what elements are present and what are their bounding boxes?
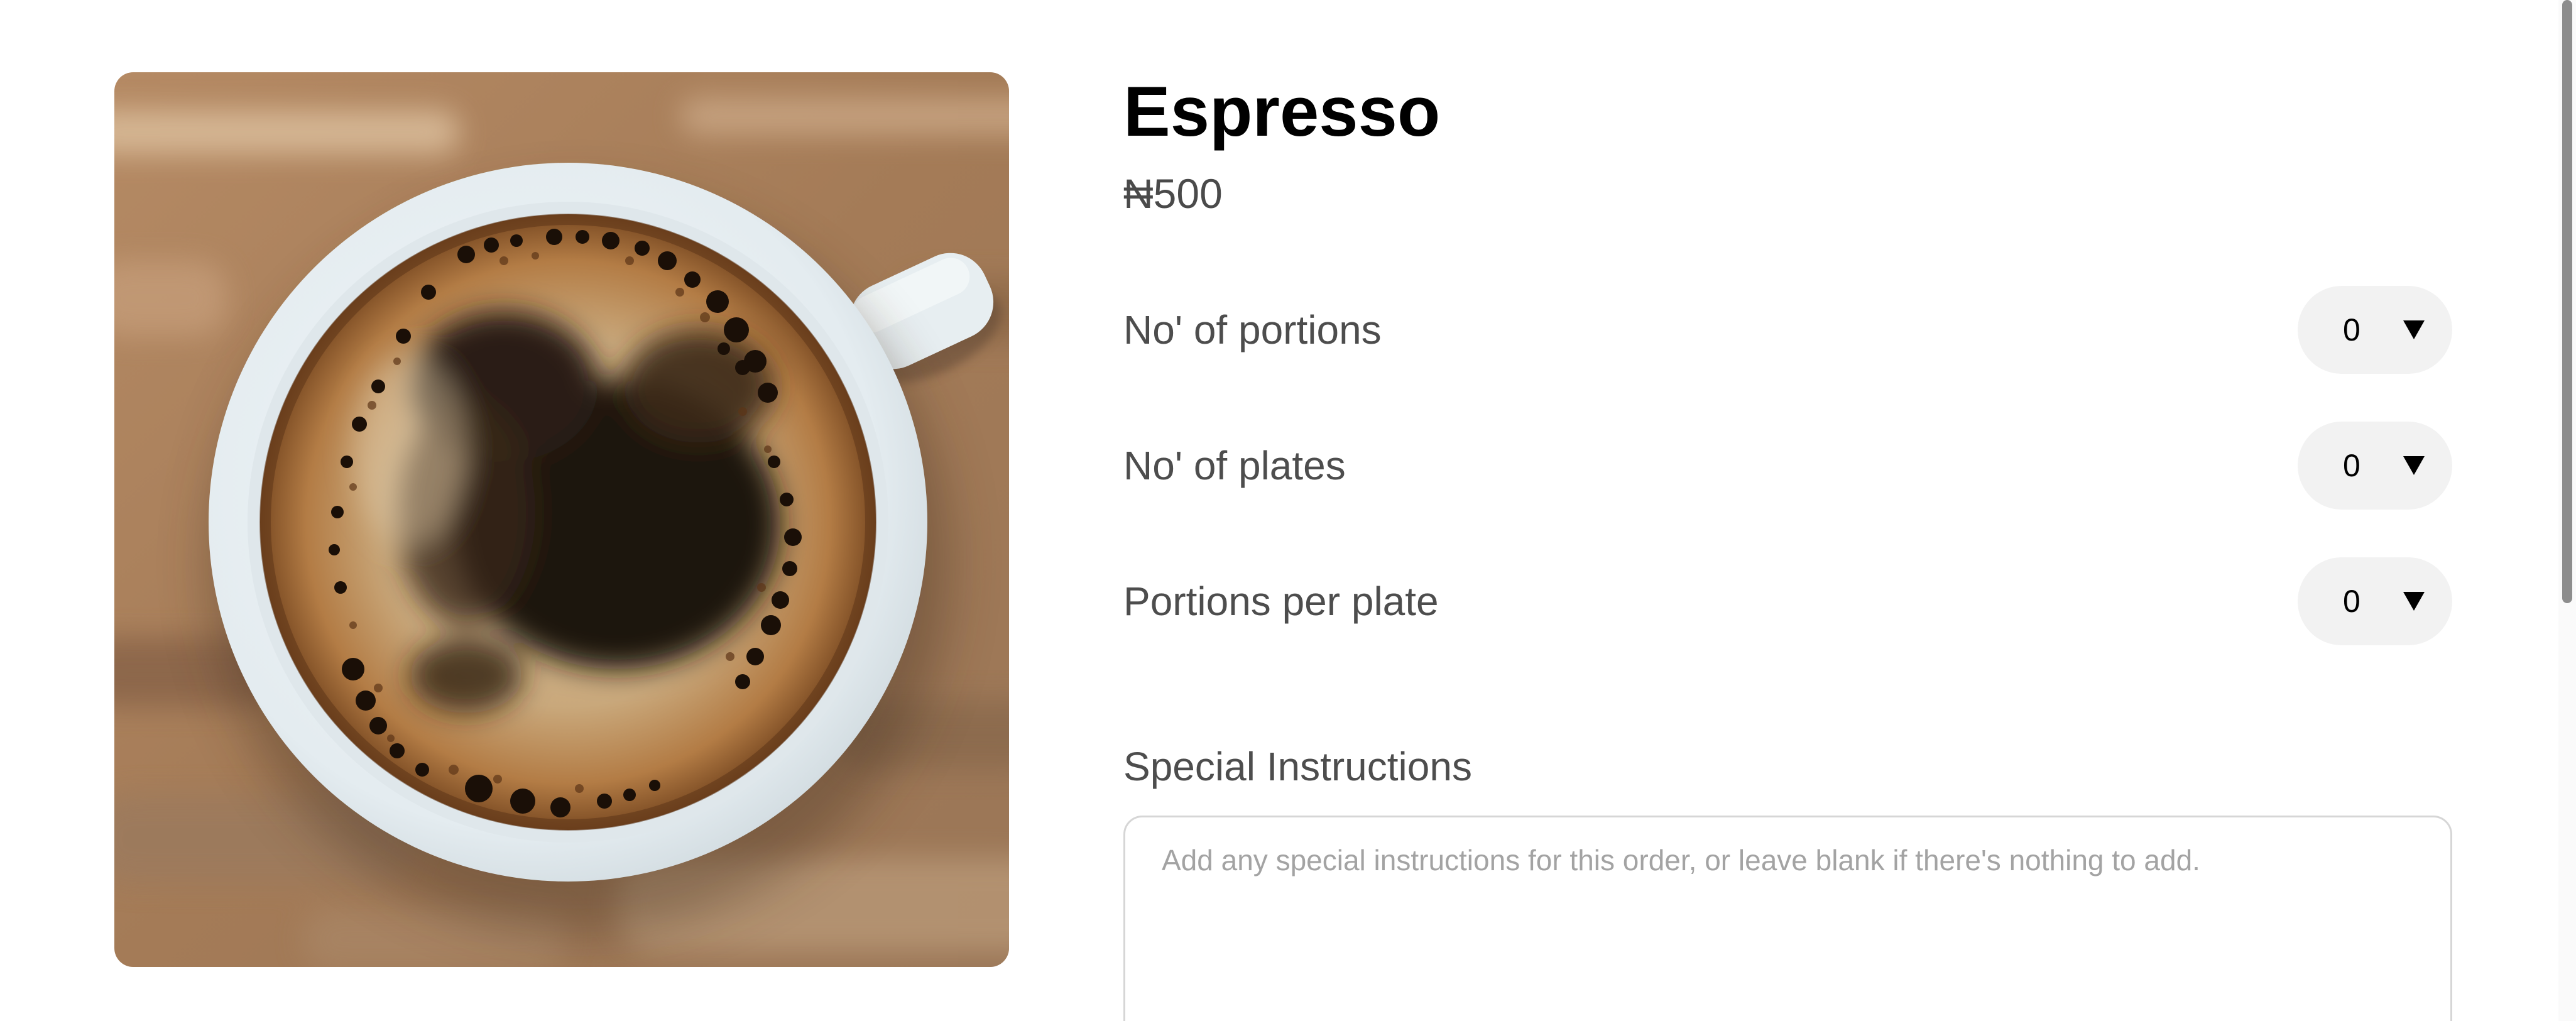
- chevron-down-icon: [2403, 320, 2425, 339]
- scrollbar-thumb[interactable]: [2562, 0, 2572, 603]
- product-detail-page: Espresso ₦500 No' of portions 0 No' of p…: [0, 0, 2576, 1021]
- espresso-cup-photo: [114, 72, 1009, 967]
- portions-select[interactable]: 0: [2298, 286, 2452, 374]
- plates-value: 0: [2343, 448, 2360, 483]
- product-title: Espresso: [1123, 72, 1441, 151]
- plates-label: No' of plates: [1123, 443, 1346, 488]
- special-instructions-field[interactable]: [1123, 816, 2452, 1021]
- chevron-down-icon: [2403, 592, 2425, 611]
- portions-value: 0: [2343, 312, 2360, 347]
- portions-per-plate-select[interactable]: 0: [2298, 557, 2452, 645]
- page-scrollbar[interactable]: [2558, 0, 2576, 1021]
- option-row-plates: No' of plates 0: [1123, 422, 2452, 510]
- chevron-down-icon: [2403, 456, 2425, 475]
- product-image: [114, 72, 1009, 967]
- product-details: Espresso ₦500 No' of portions 0 No' of p…: [1123, 0, 2452, 1021]
- product-price: ₦500: [1123, 170, 1223, 217]
- plates-select[interactable]: 0: [2298, 422, 2452, 510]
- option-row-portions-per-plate: Portions per plate 0: [1123, 557, 2452, 645]
- portions-per-plate-label: Portions per plate: [1123, 579, 1439, 624]
- option-row-portions: No' of portions 0: [1123, 286, 2452, 374]
- portions-label: No' of portions: [1123, 307, 1382, 352]
- special-instructions-label: Special Instructions: [1123, 744, 1472, 789]
- portions-per-plate-value: 0: [2343, 584, 2360, 619]
